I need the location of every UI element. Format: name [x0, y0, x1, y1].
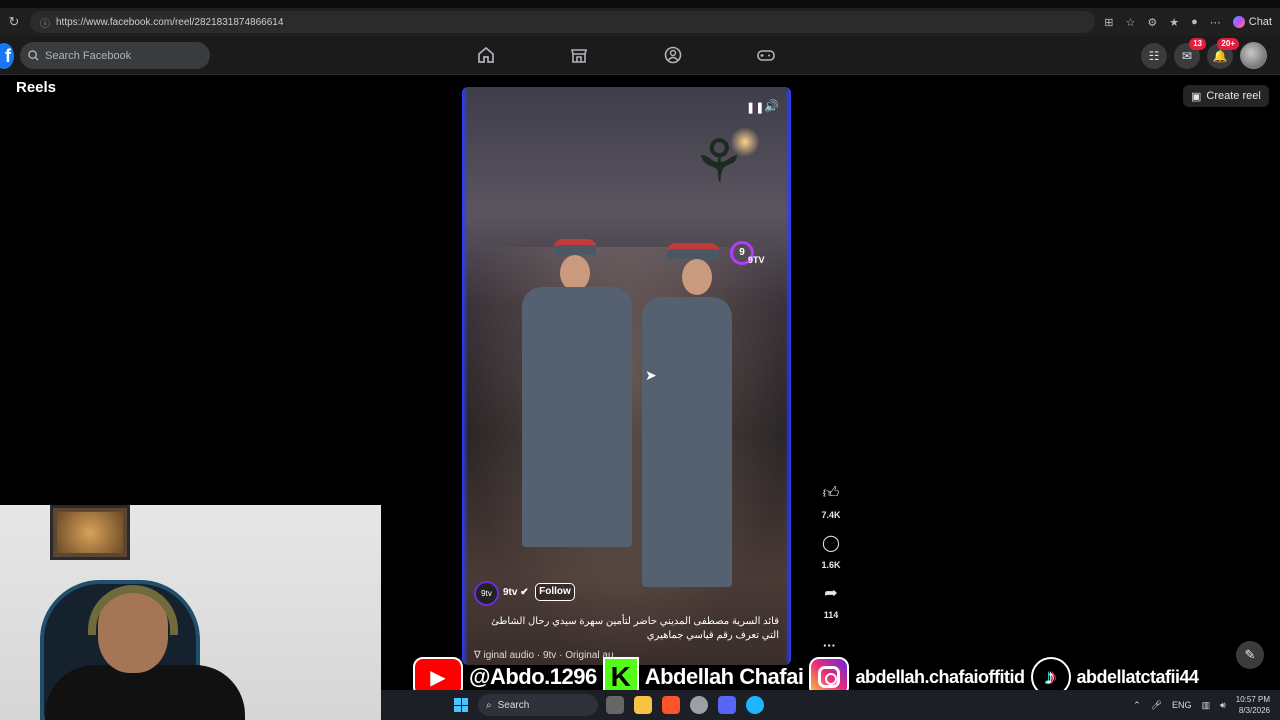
- network-icon[interactable]: ▥: [1202, 700, 1211, 711]
- groups-icon[interactable]: [663, 45, 683, 65]
- profile-icon[interactable]: ●: [1191, 16, 1198, 28]
- notifications-button[interactable]: 🔔 20+: [1207, 38, 1239, 69]
- grid-icon: ☷: [1148, 49, 1160, 63]
- kick-name: Abdellah Chafai: [644, 663, 805, 690]
- windows-start-icon[interactable]: [454, 698, 468, 712]
- url-text: https://www.facebook.com/reel/2821831874…: [56, 16, 284, 28]
- task-view-icon[interactable]: [606, 696, 624, 714]
- menu-dots-icon[interactable]: ⋯: [1210, 16, 1221, 29]
- notifications-badge: 20+: [1217, 38, 1239, 50]
- home-icon[interactable]: [476, 45, 496, 65]
- facebook-header: f Search Facebook ☷ ✉ 13 🔔 20+: [0, 36, 1280, 75]
- clock-date: 8/3/2026: [1238, 706, 1270, 715]
- marketplace-icon[interactable]: [569, 45, 589, 65]
- officer-cap: [554, 239, 596, 255]
- volume-icon[interactable]: 🔊: [764, 99, 779, 113]
- comment-icon: ◯: [822, 535, 840, 552]
- site-info-icon[interactable]: ⓘ: [40, 15, 50, 30]
- officer-head: [560, 255, 590, 291]
- chevron-up-icon[interactable]: ⌃: [1133, 700, 1141, 711]
- search-icon: ⌕: [486, 699, 492, 711]
- discord-icon[interactable]: [718, 696, 736, 714]
- menu-grid-button[interactable]: ☷: [1141, 43, 1167, 69]
- system-tray: ⌃ 🎤︎ ENG ▥ 🔊︎ 10:57 PM 8/3/2026: [1133, 690, 1270, 720]
- taskbar-apps: [606, 696, 764, 714]
- reel-caption: قائد السرية مصطفى المديني حاضر لتأمين سه…: [491, 616, 779, 641]
- messenger-button[interactable]: ✉ 13: [1174, 38, 1206, 69]
- messenger-badge: 13: [1189, 38, 1206, 50]
- reload-icon[interactable]: ↻: [4, 14, 24, 30]
- mouse-cursor-icon: ➤: [645, 367, 657, 383]
- officer-figure: [522, 287, 632, 547]
- messenger-icon: ✉: [1181, 49, 1193, 63]
- comment-count: 1.6K: [821, 560, 841, 570]
- officer-figure: [642, 297, 732, 587]
- comment-action[interactable]: ◯ 1.6K: [816, 529, 846, 570]
- officer-head: [682, 259, 712, 295]
- youtube-handle: @Abdo.1296: [468, 663, 598, 690]
- language-indicator[interactable]: ENG: [1172, 700, 1192, 710]
- video-edge-glow: [462, 87, 468, 665]
- channel-avatar[interactable]: 9tv: [474, 581, 499, 606]
- settings-icon[interactable]: [690, 696, 708, 714]
- search-icon: [28, 50, 39, 61]
- clock[interactable]: 10:57 PM 8/3/2026: [1236, 694, 1270, 716]
- browser-address-bar: ↻ ⓘ https://www.facebook.com/reel/282183…: [0, 8, 1280, 36]
- app-available-icon[interactable]: ⊞: [1104, 16, 1113, 29]
- account-avatar[interactable]: [1240, 42, 1267, 69]
- brave-browser-icon[interactable]: [662, 696, 680, 714]
- favorite-star-icon[interactable]: ☆: [1125, 16, 1135, 29]
- verified-icon: ✔: [520, 587, 529, 598]
- like-icon: 👍︎: [822, 484, 840, 502]
- officer-cap: [667, 243, 719, 259]
- browser-tabstrip: [0, 0, 1280, 8]
- channel-name-text: 9tv: [503, 587, 518, 598]
- edge-browser-icon[interactable]: [746, 696, 764, 714]
- speaker-icon[interactable]: 🔊︎: [1220, 700, 1226, 711]
- palm-tree-image: ⚘: [692, 128, 746, 195]
- new-message-button[interactable]: ✎: [1236, 641, 1264, 669]
- create-reel-label: Create reel: [1206, 90, 1261, 102]
- url-field[interactable]: ⓘ https://www.facebook.com/reel/28218318…: [30, 11, 1095, 33]
- page-title: Reels: [16, 79, 57, 96]
- facebook-logo[interactable]: f: [0, 43, 14, 69]
- more-options-icon[interactable]: ···: [823, 638, 836, 653]
- video-edge-glow: [785, 87, 791, 665]
- like-count: 7.4K: [821, 510, 841, 520]
- channel-name[interactable]: 9tv ✔: [503, 587, 529, 598]
- chat-label: Chat: [1248, 16, 1272, 28]
- browser-toolbar-icons: ⊞ ☆ ⚙ ★ ● ⋯ Chat: [1104, 8, 1272, 36]
- clock-time: 10:57 PM: [1235, 695, 1270, 704]
- microphone-icon[interactable]: 🎤︎: [1151, 700, 1162, 711]
- share-action[interactable]: ➦ 114: [816, 579, 846, 620]
- share-count: 114: [823, 610, 839, 620]
- follow-button[interactable]: Follow: [535, 583, 575, 601]
- windows-taskbar: ⌕ Search ⌃ 🎤︎ ENG ▥ 🔊︎ 10:57 PM 8/3/2026: [381, 690, 1280, 720]
- extensions-icon[interactable]: ⚙: [1147, 16, 1157, 29]
- create-reel-button[interactable]: ▣ Create reel: [1183, 85, 1269, 107]
- tiktok-handle: abdellatctafii44: [1075, 666, 1200, 688]
- instagram-handle: abdellah.chafaioffitid: [854, 666, 1026, 688]
- pause-icon[interactable]: ❚❚: [746, 101, 764, 114]
- wall-picture-frame: [50, 505, 130, 560]
- taskbar-search-label: Search: [497, 699, 530, 711]
- file-explorer-icon[interactable]: [634, 696, 652, 714]
- bell-icon: 🔔: [1212, 49, 1228, 63]
- search-input[interactable]: Search Facebook: [20, 42, 210, 69]
- like-action[interactable]: 👍︎ 7.4K: [816, 479, 846, 521]
- taskbar-search[interactable]: ⌕ Search: [478, 694, 598, 716]
- streamer-body: [45, 665, 245, 720]
- back-arrow-icon[interactable]: ‹: [0, 79, 1, 95]
- channel-watermark-text: 9TV: [748, 255, 765, 265]
- search-placeholder: Search Facebook: [45, 49, 132, 62]
- edit-icon: ✎: [1244, 647, 1256, 662]
- webcam-overlay: [0, 505, 381, 720]
- favorites-icon[interactable]: ★: [1169, 16, 1179, 29]
- gaming-icon[interactable]: [756, 45, 776, 65]
- camera-icon: ▣: [1191, 90, 1202, 103]
- reel-video[interactable]: ⚘ ❚❚ 🔊 9 9TV ➤ 9tv 9tv ✔ Follow قائد الس…: [462, 87, 791, 665]
- copilot-icon: [1232, 16, 1245, 28]
- copilot-chat-button[interactable]: Chat: [1232, 16, 1272, 28]
- share-icon: ➦: [824, 585, 838, 602]
